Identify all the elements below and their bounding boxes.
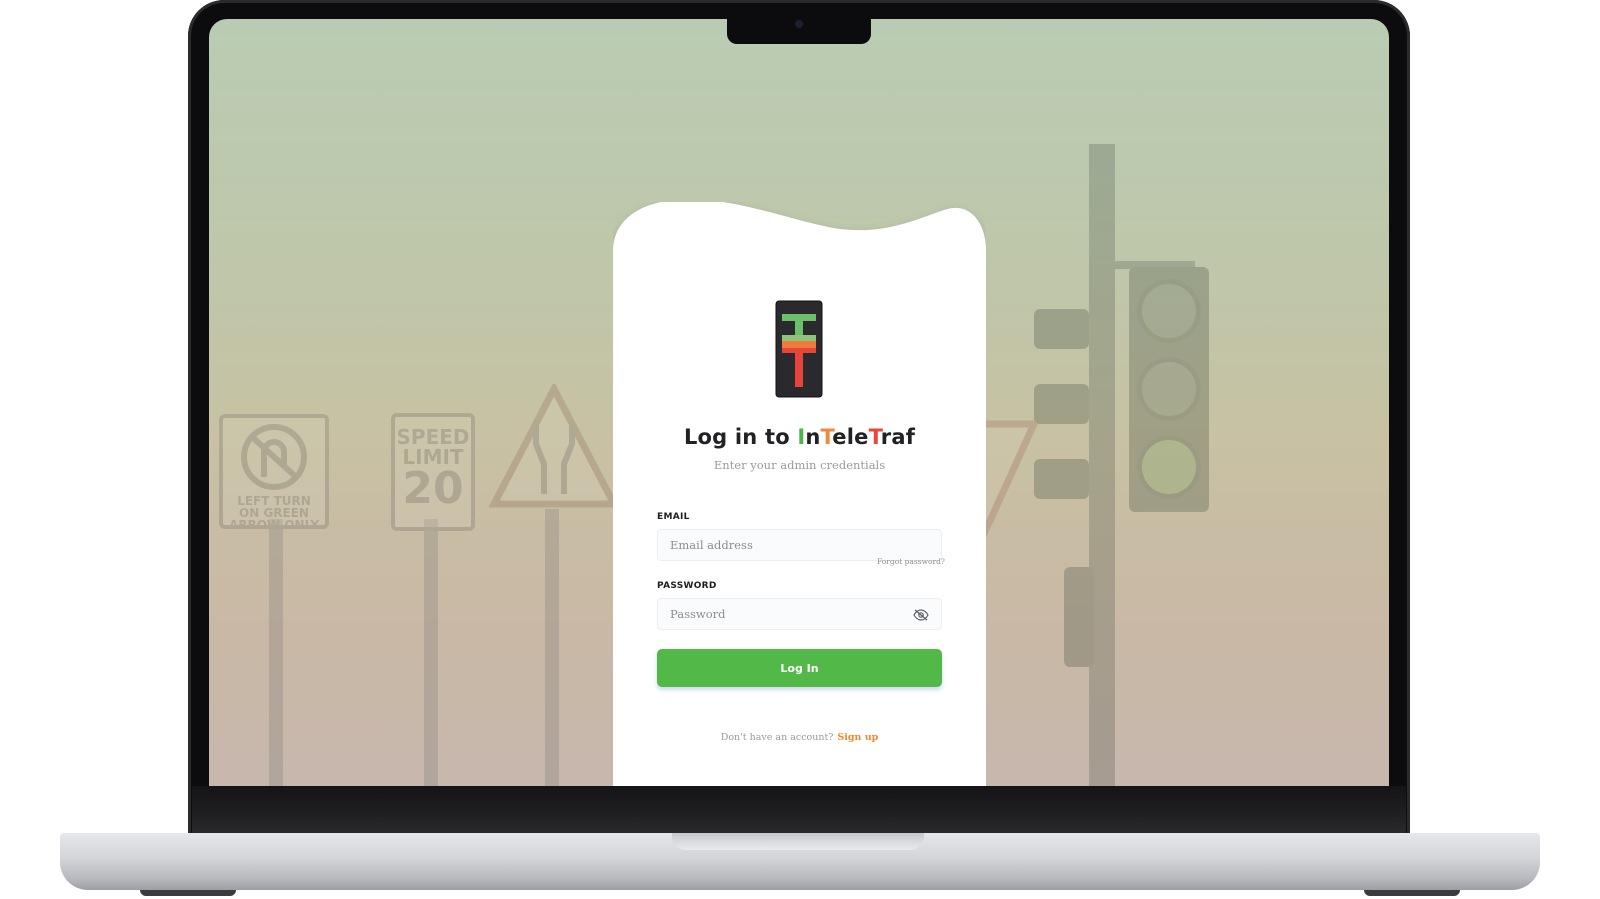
- screen-bezel-bottom: [192, 786, 1406, 833]
- no-u-turn-icon: [241, 424, 307, 490]
- traffic-light-pole: [1089, 144, 1115, 786]
- sign-text-line3: ARROW ONLY: [228, 518, 320, 532]
- signup-prompt-text: Don't have an account?: [720, 732, 834, 743]
- traffic-light-side-head: [1034, 384, 1089, 424]
- traffic-light-lower-head: [1064, 567, 1094, 667]
- email-label: EMAIL: [657, 512, 690, 522]
- laptop-lid-opening: [672, 833, 924, 850]
- brand-letter-t2: T: [868, 425, 881, 449]
- signup-link[interactable]: Sign up: [837, 732, 878, 743]
- road-narrows-sign: [489, 384, 619, 508]
- card-wave-shape: [613, 202, 986, 786]
- forgot-password-link[interactable]: Forgot password?: [877, 557, 945, 566]
- login-card: Log in to InTeleTraf Enter your admin cr…: [613, 202, 986, 786]
- traffic-light-logo-icon: [775, 300, 823, 398]
- laptop-foot: [140, 890, 236, 896]
- traffic-light-lens-middle: [1137, 357, 1201, 421]
- login-button[interactable]: Log In: [657, 649, 942, 687]
- sign-pole: [269, 519, 283, 786]
- traffic-light-head: [1129, 267, 1209, 512]
- brand-letter-n: n: [805, 425, 821, 449]
- speed-limit-label-1: SPEED: [396, 425, 470, 449]
- speed-limit-sign: SPEED LIMIT 20: [391, 413, 475, 531]
- signup-prompt: Don't have an account? Sign up: [613, 732, 986, 743]
- traffic-light-side-head: [1034, 309, 1089, 349]
- camera-icon: [795, 20, 803, 28]
- title-prefix: Log in to: [683, 425, 798, 449]
- traffic-light-lens-top: [1137, 279, 1201, 343]
- brand-letter-t1: T: [820, 425, 833, 449]
- speed-limit-value: 20: [402, 463, 464, 514]
- brand-ele: ele: [832, 425, 869, 449]
- sign-pole: [424, 519, 438, 786]
- laptop-foot: [1364, 890, 1460, 896]
- no-u-turn-sign: LEFT TURN ON GREEN ARROW ONLY: [219, 414, 329, 532]
- eye-slash-icon[interactable]: [913, 609, 929, 621]
- sign-pole: [545, 509, 559, 786]
- traffic-light-side-head: [1034, 459, 1089, 499]
- password-input[interactable]: [657, 598, 942, 630]
- brand-raf: raf: [880, 425, 916, 449]
- page-title: Log in to InTeleTraf: [613, 425, 986, 449]
- password-label: PASSWORD: [657, 581, 717, 591]
- traffic-light-lens-green: [1137, 435, 1201, 499]
- page-subtitle: Enter your admin credentials: [713, 458, 886, 472]
